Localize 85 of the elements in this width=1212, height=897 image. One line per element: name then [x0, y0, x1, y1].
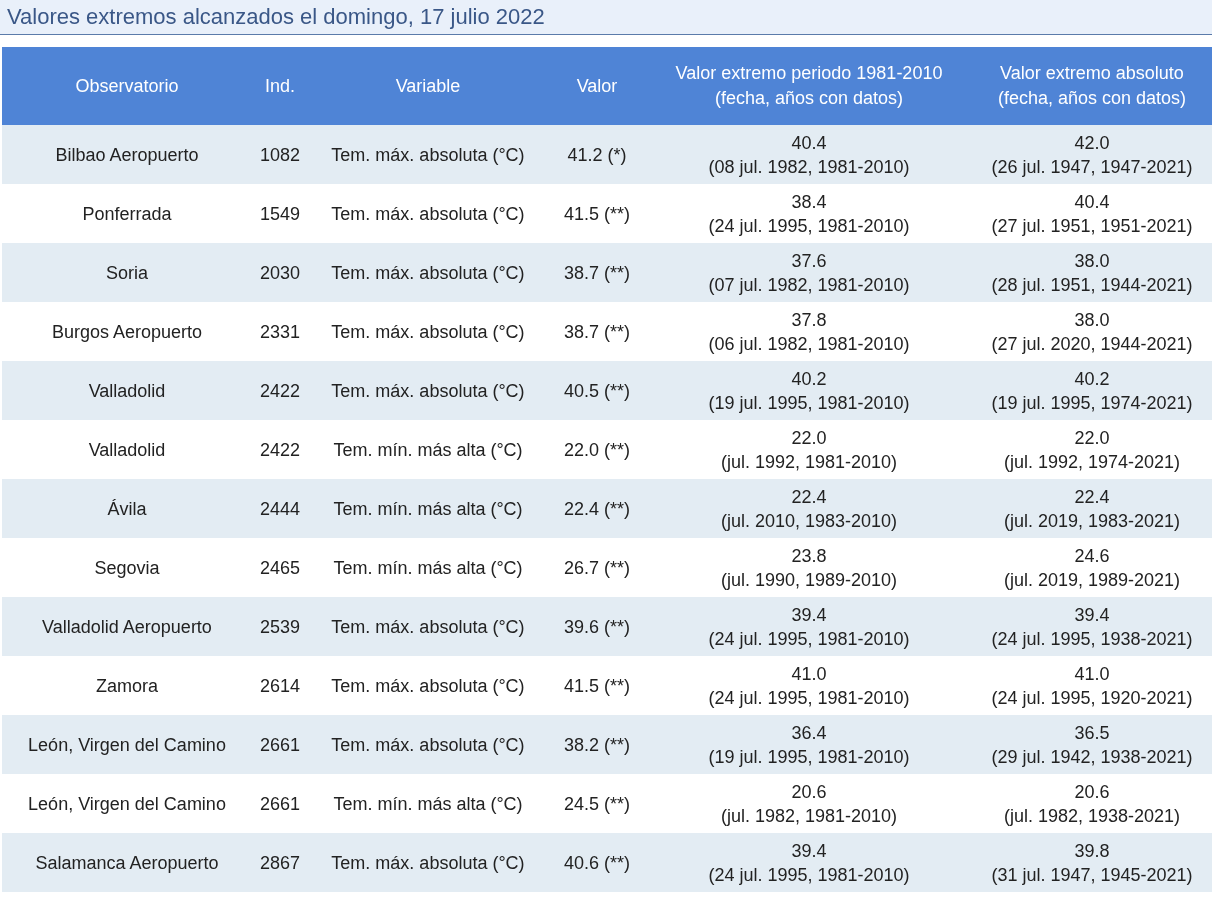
table-cell: Tem. máx. absoluta (°C): [308, 184, 548, 243]
table-cell: 36.4 (19 jul. 1995, 1981-2010): [646, 715, 972, 774]
table-cell: Bilbao Aeropuerto: [2, 125, 252, 184]
table-cell: 38.4 (24 jul. 1995, 1981-2010): [646, 184, 972, 243]
table-cell: León, Virgen del Camino: [2, 774, 252, 833]
table-cell: 40.4 (27 jul. 1951, 1951-2021): [972, 184, 1212, 243]
table-cell: 22.4 (jul. 2010, 1983-2010): [646, 479, 972, 538]
table-cell: 38.7 (**): [548, 243, 646, 302]
table-cell: Soria: [2, 243, 252, 302]
table-cell: 2867: [252, 833, 308, 892]
table-cell: 38.0 (27 jul. 2020, 1944-2021): [972, 302, 1212, 361]
table-cell: 38.2 (**): [548, 715, 646, 774]
table-cell: 39.6 (**): [548, 597, 646, 656]
column-header: Observatorio: [2, 47, 252, 125]
table-cell: 24.5 (**): [548, 774, 646, 833]
table-cell: Burgos Aeropuerto: [2, 302, 252, 361]
table-cell: 2614: [252, 656, 308, 715]
table-cell: 22.0 (jul. 1992, 1981-2010): [646, 420, 972, 479]
table-cell: 39.8 (31 jul. 1947, 1945-2021): [972, 833, 1212, 892]
table-cell: Tem. mín. más alta (°C): [308, 420, 548, 479]
table-cell: 2465: [252, 538, 308, 597]
table-cell: 42.0 (26 jul. 1947, 1947-2021): [972, 125, 1212, 184]
column-header: Valor extremo absoluto (fecha, años con datos): [972, 47, 1212, 125]
table-cell: 20.6 (jul. 1982, 1938-2021): [972, 774, 1212, 833]
table-cell: 2444: [252, 479, 308, 538]
table-cell: Valladolid: [2, 361, 252, 420]
page-title: Valores extremos alcanzados el domingo, 17 julio 2022: [0, 0, 1212, 35]
table-cell: 22.0 (**): [548, 420, 646, 479]
table-cell: 2661: [252, 715, 308, 774]
table-cell: Segovia: [2, 538, 252, 597]
table-cell: 2422: [252, 361, 308, 420]
column-header: Valor: [548, 47, 646, 125]
table-cell: Tem. máx. absoluta (°C): [308, 715, 548, 774]
table-cell: Ávila: [2, 479, 252, 538]
table-cell: 38.7 (**): [548, 302, 646, 361]
column-header: Ind.: [252, 47, 308, 125]
table-cell: 36.5 (29 jul. 1942, 1938-2021): [972, 715, 1212, 774]
table-cell: 1082: [252, 125, 308, 184]
column-header: Valor extremo periodo 1981-2010 (fecha, años con datos): [646, 47, 972, 125]
table-cell: 37.8 (06 jul. 1982, 1981-2010): [646, 302, 972, 361]
table-cell: 40.2 (19 jul. 1995, 1981-2010): [646, 361, 972, 420]
table-cell: 20.6 (jul. 1982, 1981-2010): [646, 774, 972, 833]
table-cell: Tem. mín. más alta (°C): [308, 538, 548, 597]
table-cell: 2422: [252, 420, 308, 479]
table-cell: Tem. máx. absoluta (°C): [308, 125, 548, 184]
table-cell: Tem. máx. absoluta (°C): [308, 243, 548, 302]
table-cell: 22.4 (**): [548, 479, 646, 538]
table-cell: Zamora: [2, 656, 252, 715]
table-cell: Valladolid Aeropuerto: [2, 597, 252, 656]
table-cell: 2030: [252, 243, 308, 302]
table-cell: 39.4 (24 jul. 1995, 1938-2021): [972, 597, 1212, 656]
table-cell: 22.0 (jul. 1992, 1974-2021): [972, 420, 1212, 479]
table-cell: 23.8 (jul. 1990, 1989-2010): [646, 538, 972, 597]
table-cell: 40.6 (**): [548, 833, 646, 892]
table-cell: Tem. máx. absoluta (°C): [308, 302, 548, 361]
column-header: Variable: [308, 47, 548, 125]
table-cell: 22.4 (jul. 2019, 1983-2021): [972, 479, 1212, 538]
table-cell: León, Virgen del Camino: [2, 715, 252, 774]
table-cell: 1549: [252, 184, 308, 243]
table-cell: 2661: [252, 774, 308, 833]
table-cell: 41.2 (*): [548, 125, 646, 184]
table-cell: 26.7 (**): [548, 538, 646, 597]
table-cell: Tem. máx. absoluta (°C): [308, 597, 548, 656]
table-cell: 40.2 (19 jul. 1995, 1974-2021): [972, 361, 1212, 420]
table-cell: 41.0 (24 jul. 1995, 1981-2010): [646, 656, 972, 715]
table-cell: 41.5 (**): [548, 656, 646, 715]
table-cell: 2331: [252, 302, 308, 361]
table-cell: Tem. máx. absoluta (°C): [308, 833, 548, 892]
table-cell: Salamanca Aeropuerto: [2, 833, 252, 892]
table-cell: 2539: [252, 597, 308, 656]
table-cell: 41.0 (24 jul. 1995, 1920-2021): [972, 656, 1212, 715]
table-cell: Ponferrada: [2, 184, 252, 243]
table-cell: 40.5 (**): [548, 361, 646, 420]
table-cell: 24.6 (jul. 2019, 1989-2021): [972, 538, 1212, 597]
table-cell: 39.4 (24 jul. 1995, 1981-2010): [646, 833, 972, 892]
table-cell: 40.4 (08 jul. 1982, 1981-2010): [646, 125, 972, 184]
table-cell: 41.5 (**): [548, 184, 646, 243]
table-cell: Tem. máx. absoluta (°C): [308, 361, 548, 420]
table-cell: Valladolid: [2, 420, 252, 479]
table-cell: 37.6 (07 jul. 1982, 1981-2010): [646, 243, 972, 302]
table-cell: Tem. mín. más alta (°C): [308, 774, 548, 833]
table-cell: Tem. máx. absoluta (°C): [308, 656, 548, 715]
table-cell: Tem. mín. más alta (°C): [308, 479, 548, 538]
table-cell: 38.0 (28 jul. 1951, 1944-2021): [972, 243, 1212, 302]
table-cell: 39.4 (24 jul. 1995, 1981-2010): [646, 597, 972, 656]
